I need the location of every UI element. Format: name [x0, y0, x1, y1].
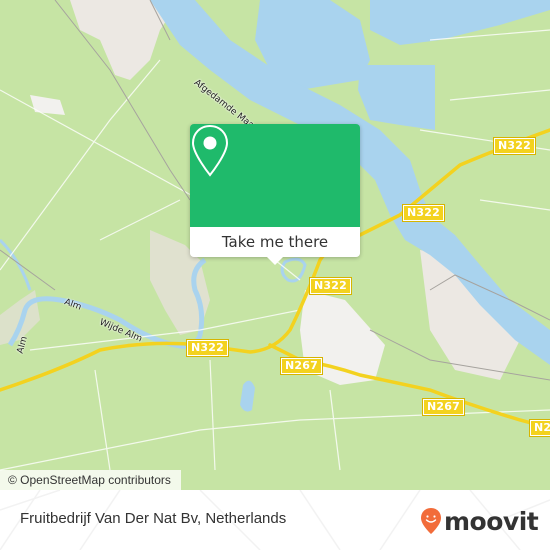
- popup-tail: [267, 257, 283, 265]
- road-label-n322: N322: [310, 278, 351, 294]
- popup-header: [190, 124, 360, 227]
- place-name: Fruitbedrijf Van Der Nat Bv, Netherlands: [20, 510, 287, 527]
- pond-ring: [280, 257, 307, 283]
- road-label-n322: N322: [187, 340, 228, 356]
- map-view[interactable]: Afgedamde Maas Alm Wijde Alm Alm N322 N3…: [0, 0, 550, 490]
- stream-small: [0, 238, 32, 291]
- road-label-n322: N322: [403, 205, 444, 221]
- moovit-logo[interactable]: moovit: [420, 506, 539, 536]
- moovit-pin-icon: [421, 508, 441, 534]
- pond: [240, 380, 255, 412]
- take-me-there-button[interactable]: Take me there: [190, 227, 360, 257]
- road-label-n267: N267: [281, 358, 322, 374]
- road-label-n267: N267: [530, 420, 550, 436]
- location-pin-icon: [191, 124, 229, 177]
- map-attribution[interactable]: © OpenStreetMap contributors: [0, 470, 181, 490]
- water-lake: [358, 65, 435, 130]
- location-popup: Take me there: [190, 124, 360, 265]
- water-top-right: [370, 0, 550, 45]
- urban-area: [30, 95, 65, 115]
- road-label-n322: N322: [494, 138, 535, 154]
- road-label-n267: N267: [423, 399, 464, 415]
- brand-name: moovit: [444, 506, 539, 536]
